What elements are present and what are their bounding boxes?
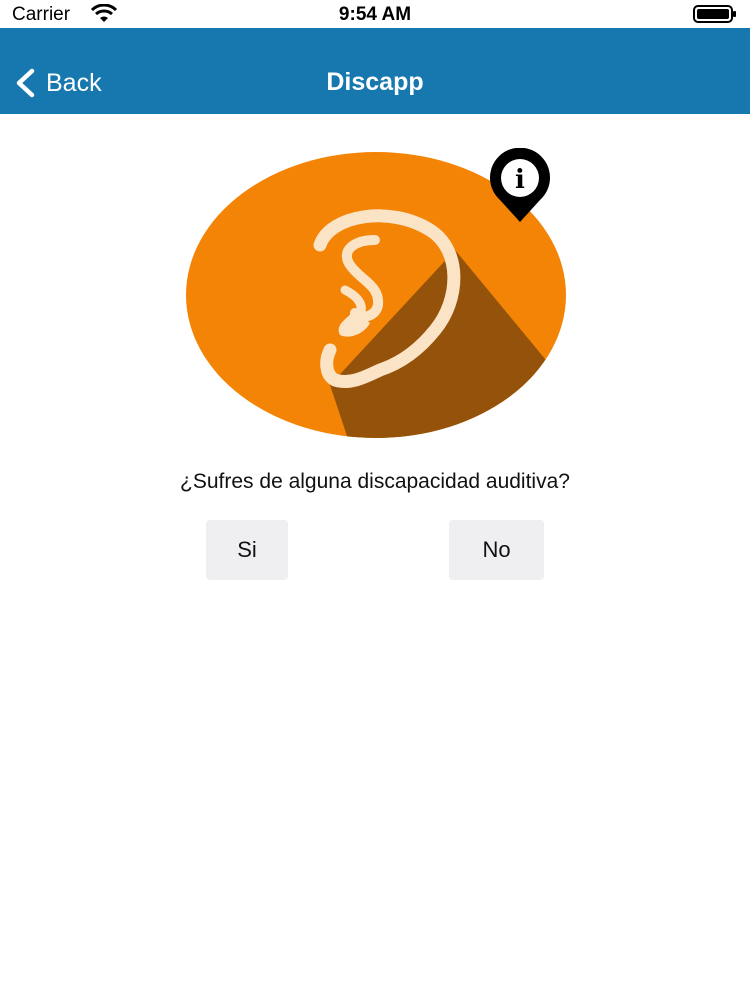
no-button[interactable]: No (449, 520, 544, 580)
battery-icon (693, 5, 736, 23)
status-time: 9:54 AM (338, 4, 412, 25)
yes-button[interactable]: Si (206, 520, 288, 580)
navigation-bar: Back Discapp (0, 28, 750, 114)
status-bar: Carrier 9:54 AM (0, 0, 750, 28)
info-pin-icon[interactable]: i (488, 148, 552, 224)
svg-text:i: i (515, 165, 525, 195)
hearing-question: ¿Sufres de alguna discapacidad auditiva? (180, 470, 570, 493)
no-label: No (482, 537, 511, 562)
yes-label: Si (237, 537, 257, 562)
hearing-illustration: i (180, 145, 572, 445)
page-title: Discapp (326, 68, 424, 96)
